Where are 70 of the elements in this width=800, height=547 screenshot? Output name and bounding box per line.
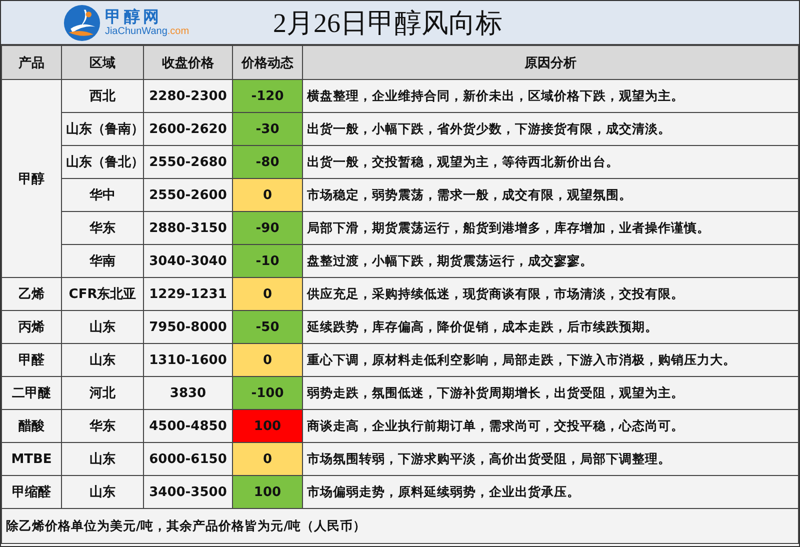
analysis-cell: 重心下调，原材料走低利空影响，局部走跌，下游入市消极，购销压力大。 <box>302 344 798 376</box>
price-change-cell: 100 <box>232 476 302 508</box>
price-cell: 3400-3500 <box>144 476 232 508</box>
region-cell: 山东（鲁南） <box>62 112 144 146</box>
analysis-cell: 商谈走高，企业执行前期订单，需求尚可，交投平稳，心态尚可。 <box>302 410 798 442</box>
price-change-cell: 0 <box>232 442 302 476</box>
price-cell: 2280-2300 <box>144 80 232 112</box>
column-header: 原因分析 <box>302 46 798 80</box>
price-change-cell: -10 <box>232 244 302 278</box>
product-cell: 醋酸 <box>2 410 62 442</box>
product-cell: 甲缩醛 <box>2 476 62 508</box>
logo-name: 甲醇网 <box>104 8 163 26</box>
price-cell: 2550-2680 <box>144 146 232 178</box>
region-cell: 华中 <box>62 178 144 212</box>
region-cell: 山东（鲁北） <box>62 146 144 178</box>
region-cell: 华东 <box>62 212 144 244</box>
price-cell: 7950-8000 <box>144 310 232 344</box>
price-cell: 1229-1231 <box>144 278 232 310</box>
logo-domain: JiaChunWang.com <box>104 26 190 37</box>
price-cell: 1310-1600 <box>144 344 232 376</box>
product-cell: 甲醇 <box>2 80 62 278</box>
price-cell: 6000-6150 <box>144 442 232 476</box>
product-cell: 甲醛 <box>2 344 62 376</box>
analysis-cell: 市场稳定，弱势震荡，需求一般，成交有限，观望氛围。 <box>302 178 798 212</box>
region-cell: 山东 <box>62 442 144 476</box>
region-cell: 山东 <box>62 476 144 508</box>
region-cell: 华东 <box>62 410 144 442</box>
price-change-cell: 0 <box>232 278 302 310</box>
product-cell: 二甲醚 <box>2 376 62 410</box>
analysis-cell: 局部下滑，期货震荡运行，船货到港增多，库存增加，业者操作谨慎。 <box>302 212 798 244</box>
column-header: 价格动态 <box>232 46 302 80</box>
price-change-cell: -120 <box>232 80 302 112</box>
analysis-cell: 出货一般，交投暂稳，观望为主，等待西北新价出台。 <box>302 146 798 178</box>
region-cell: 华南 <box>62 244 144 278</box>
price-change-cell: 100 <box>232 410 302 442</box>
column-header: 区域 <box>62 46 144 80</box>
analysis-cell: 延续跌势，库存偏高，降价促销，成本走跌，后市续跌预期。 <box>302 310 798 344</box>
page-title: 2月26日甲醇风向标 <box>273 6 502 40</box>
column-header: 产品 <box>2 46 62 80</box>
region-cell: CFR东北亚 <box>62 278 144 310</box>
price-change-cell: 0 <box>232 344 302 376</box>
price-change-cell: -50 <box>232 310 302 344</box>
analysis-cell: 供应充足，采购持续低迷，现货商谈有限，市场清淡，交投有限。 <box>302 278 798 310</box>
price-cell: 2880-3150 <box>144 212 232 244</box>
analysis-cell: 市场氛围转弱，下游求购平淡，高价出货受阻，局部下调整理。 <box>302 442 798 476</box>
price-change-cell: -100 <box>232 376 302 410</box>
price-change-cell: 0 <box>232 178 302 212</box>
price-cell: 2600-2620 <box>144 112 232 146</box>
column-header: 收盘价格 <box>144 46 232 80</box>
price-cell: 3040-3040 <box>144 244 232 278</box>
product-cell: 丙烯 <box>2 310 62 344</box>
price-cell: 4500-4850 <box>144 410 232 442</box>
region-cell: 山东 <box>62 310 144 344</box>
price-cell: 2550-2600 <box>144 178 232 212</box>
analysis-cell: 出货一般，小幅下跌，省外货少数，下游接货有限，成交清淡。 <box>302 112 798 146</box>
product-cell: MTBE <box>2 442 62 476</box>
product-cell: 乙烯 <box>2 278 62 310</box>
price-cell: 3830 <box>144 376 232 410</box>
analysis-cell: 横盘整理，企业维持合同，新价未出，区域价格下跌，观望为主。 <box>302 80 798 112</box>
price-change-cell: -80 <box>232 146 302 178</box>
price-change-cell: -90 <box>232 212 302 244</box>
price-change-cell: -30 <box>232 112 302 146</box>
analysis-cell: 弱势走跌，氛围低迷，下游补货周期增长，出货受阻，观望为主。 <box>302 376 798 410</box>
analysis-cell: 市场偏弱走势，原料延续弱势，企业出货承压。 <box>302 476 798 508</box>
analysis-cell: 盘整过渡，小幅下跌，期货震荡运行，成交寥寥。 <box>302 244 798 278</box>
footnote: 除乙烯价格单位为美元/吨，其余产品价格皆为元/吨（人民币） <box>2 508 798 544</box>
region-cell: 西北 <box>62 80 144 112</box>
region-cell: 河北 <box>62 376 144 410</box>
logo-icon <box>62 4 101 42</box>
region-cell: 山东 <box>62 344 144 376</box>
